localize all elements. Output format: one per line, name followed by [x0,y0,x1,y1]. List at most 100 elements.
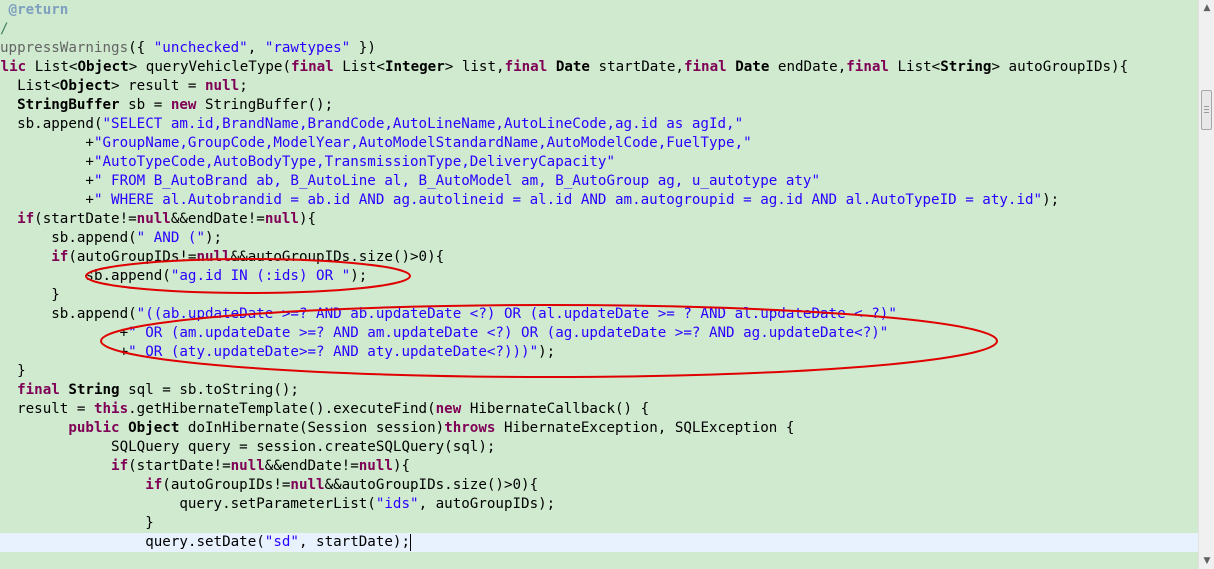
code-line[interactable]: if(autoGroupIDs!=null&&autoGroupIDs.size… [0,476,538,495]
code-line[interactable]: sb.append("SELECT am.id,BrandName,BrandC… [0,115,743,134]
code-token: final [291,59,343,75]
code-token: "GroupName,GroupCode,ModelYear,AutoModel… [93,135,752,151]
code-token: List< [0,78,60,94]
code-token: ); [1042,192,1060,208]
code-token: sql = sb.toString(); [119,382,299,398]
code-token: Object [77,59,129,75]
code-token: (startDate!= [128,458,231,474]
vertical-scrollbar[interactable]: ▲ ▼ [1198,0,1214,569]
code-token: this [93,401,129,417]
code-token: Date [735,59,770,75]
code-token: null [290,477,325,493]
code-token: "rawtypes" [264,40,351,56]
code-token: public [0,420,129,436]
code-token: new [170,97,206,113]
code-line[interactable]: +"AutoTypeCode,AutoBodyType,Transmission… [0,153,615,172]
code-token: if [0,249,69,265]
code-line[interactable]: @return [0,1,69,20]
code-token: ){ [392,458,411,474]
code-line[interactable]: sb.append(" AND ("); [0,229,222,248]
code-token: } [0,515,154,531]
code-token: blic [0,59,27,75]
code-token: sb = [119,97,171,113]
code-token: null [205,78,240,94]
code-token: String [68,382,120,398]
code-token: " FROM B_AutoBrand ab, B_AutoLine al, B_… [93,173,821,189]
code-token: final [504,59,556,75]
code-line[interactable]: final String sql = sb.toString(); [0,381,299,400]
code-line[interactable]: query.setParameterList("ids", autoGroupI… [0,495,555,514]
code-line[interactable]: / [0,20,9,39]
code-token: List< [897,59,941,75]
code-token: &&autoGroupIDs.size()>0){ [230,249,445,265]
code-token: > [128,59,146,75]
code-token: throws [444,420,504,436]
code-line[interactable]: } [0,362,26,381]
code-token: Integer [384,59,445,75]
code-line[interactable]: } [0,514,154,533]
code-token: ); [538,344,556,360]
code-token: result = [0,401,94,417]
code-line[interactable]: sb.append("((ab.updateDate >=? AND ab.up… [0,305,897,324]
code-token: null [264,211,299,227]
code-token: StringBuffer(); [205,97,334,113]
code-line[interactable]: result = this.getHibernateTemplate().exe… [0,400,649,419]
code-line[interactable]: +"GroupName,GroupCode,ModelYear,AutoMode… [0,134,752,153]
code-token: (Session session) [298,420,445,436]
code-line[interactable]: query.setDate("sd", startDate); [0,533,1198,552]
code-token: &&endDate!= [170,211,265,227]
code-token: &&endDate!= [264,458,359,474]
code-token: ({ [128,40,154,56]
code-token: + [0,135,94,151]
code-token: + [0,325,129,341]
code-line[interactable]: sb.append("ag.id IN (:ids) OR "); [0,267,367,286]
code-line[interactable]: if(startDate!=null&&endDate!=null){ [0,210,316,229]
code-token: sb.append( [0,306,137,322]
code-token: Date [555,59,590,75]
code-token: "unchecked" [153,40,248,56]
code-token: "SELECT am.id,BrandName,BrandCode,AutoLi… [102,116,744,132]
code-token: if [0,458,129,474]
code-line[interactable]: if(startDate!=null&&endDate!=null){ [0,457,410,476]
code-line[interactable]: +" OR (aty.updateDate>=? AND aty.updateD… [0,343,556,362]
code-token: null [358,458,393,474]
code-token: @return [0,2,69,18]
code-token: ){ [298,211,317,227]
code-line[interactable]: uppressWarnings({ "unchecked", "rawtypes… [0,39,376,58]
code-editor[interactable]: @return / uppressWarnings({ "unchecked", "… [0,0,1198,569]
code-token: " OR (am.updateDate >=? AND am.updateDat… [128,325,889,341]
code-token: if [0,211,35,227]
code-line[interactable]: blic List<Object> queryVehicleType(final… [0,58,1128,77]
scroll-up-arrow-icon[interactable]: ▲ [1199,0,1214,16]
code-line[interactable]: StringBuffer sb = new StringBuffer(); [0,96,333,115]
code-token: sb.append( [0,230,137,246]
code-line[interactable]: +" FROM B_AutoBrand ab, B_AutoLine al, B… [0,172,820,191]
code-token: "ag.id IN (:ids) OR " [170,268,351,284]
code-token: null [230,458,265,474]
code-token: final [683,59,736,75]
code-token: null [136,211,171,227]
scroll-down-arrow-icon[interactable]: ▼ [1199,553,1214,569]
code-token: List< [34,59,78,75]
code-token: doInHibernate [179,420,299,436]
code-line[interactable]: SQLQuery query = session.createSQLQuery(… [0,438,495,457]
code-line[interactable]: List<Object> result = null; [0,77,248,96]
code-token: " AND (" [136,230,206,246]
scroll-thumb[interactable] [1201,90,1212,130]
code-token: , startDate); [298,534,411,550]
code-token: " OR (aty.updateDate>=? AND aty.updateDa… [128,344,539,360]
code-line[interactable]: } [0,286,60,305]
code-token: String [940,59,992,75]
code-line[interactable]: +" OR (am.updateDate >=? AND am.updateDa… [0,324,889,343]
code-token: Object [128,420,180,436]
code-token: , autoGroupIDs); [418,496,556,512]
code-token: SQLQuery query = session.createSQLQuery(… [0,439,496,455]
code-token: HibernateCallback() { [469,401,650,417]
code-line[interactable]: if(autoGroupIDs!=null&&autoGroupIDs.size… [0,248,444,267]
code-line[interactable]: +" WHERE al.Autobrandid = ab.id AND ag.a… [0,191,1059,210]
code-token: (startDate!= [34,211,137,227]
code-token: final [846,59,898,75]
code-token: null [196,249,231,265]
code-token: / [0,21,9,37]
code-line[interactable]: public Object doInHibernate(Session sess… [0,419,794,438]
